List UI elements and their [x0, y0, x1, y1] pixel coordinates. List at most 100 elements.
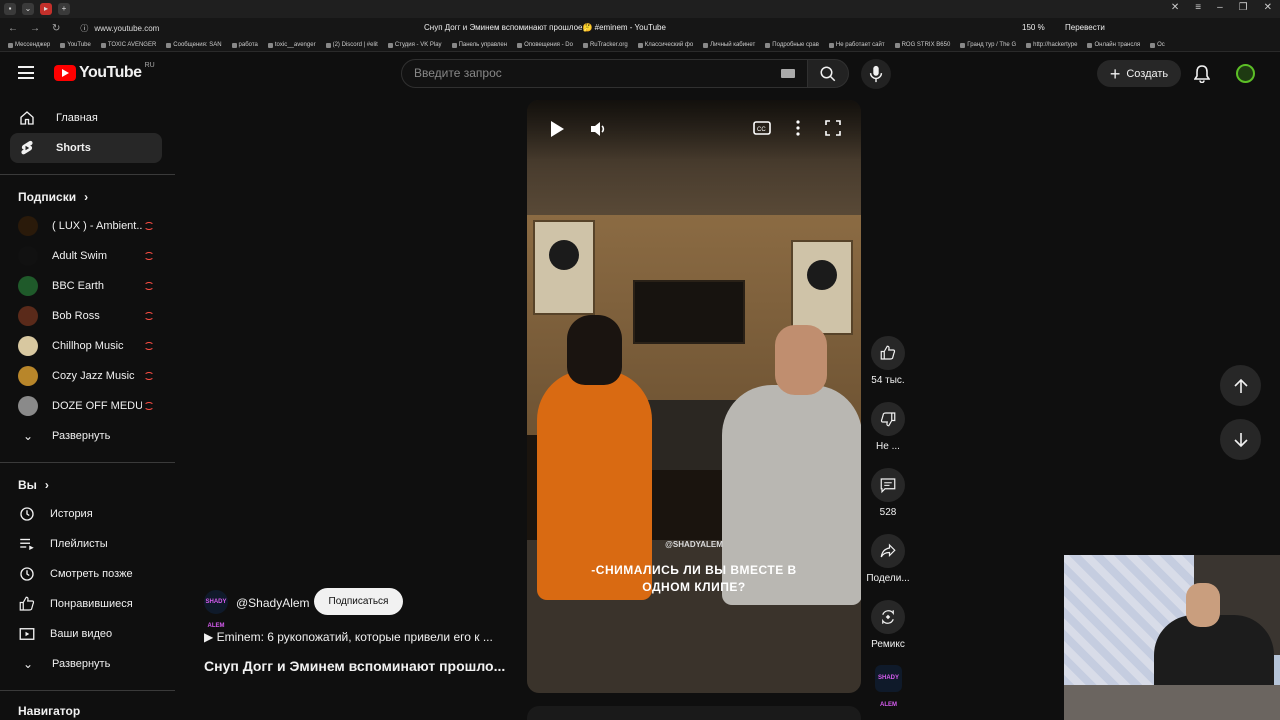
dislike-label: Не ...	[876, 441, 900, 452]
account-avatar[interactable]	[1236, 64, 1255, 83]
channel-name[interactable]: @ShadyAlem	[236, 596, 310, 610]
bookmark-label: toxic__avenger	[274, 42, 316, 48]
bookmark-favicon-icon	[387, 42, 393, 48]
dislike-button[interactable]: Не ...	[864, 402, 912, 452]
sidebar-divider	[0, 690, 175, 691]
bookmark-item[interactable]: YouTube	[60, 42, 91, 48]
channel-avatar[interactable]: SHADY ALEM	[204, 590, 228, 629]
restore-icon[interactable]: ❐	[1239, 2, 1248, 13]
arrow-down-icon	[1233, 432, 1248, 447]
bookmark-item[interactable]: Оповещения - Do	[517, 42, 573, 48]
sidebar-subscription-item[interactable]: ( LUX ) - Ambient...	[18, 211, 162, 241]
volume-icon[interactable]	[589, 120, 607, 138]
channel-avatar	[18, 246, 38, 266]
remix-button[interactable]: Ремикс	[864, 600, 912, 650]
you-header[interactable]: Вы ›	[18, 478, 49, 492]
sidebar-item-label: Смотреть позже	[50, 568, 133, 580]
subscribe-button[interactable]: Подписаться	[314, 588, 403, 615]
sidebar-subscription-item[interactable]: Cozy Jazz Music	[18, 361, 162, 391]
url-field[interactable]: ⓘ www.youtube.com	[80, 23, 159, 34]
bookmark-item[interactable]: Ос	[1150, 42, 1165, 48]
bookmark-item[interactable]: работа	[231, 42, 258, 48]
tab-dropdown-icon[interactable]: ⌄	[22, 3, 34, 15]
pin-icon[interactable]: ✕	[1171, 2, 1179, 13]
country-code: RU	[144, 61, 155, 69]
bookmark-item[interactable]: Онлайн трансля	[1087, 42, 1140, 48]
video-scene-tv	[633, 280, 745, 344]
sidebar-item-watch-later[interactable]: Смотреть позже	[18, 559, 162, 589]
forward-icon[interactable]: →	[30, 23, 40, 34]
sidebar-subscription-item[interactable]: Chillhop Music	[18, 331, 162, 361]
next-short-preview[interactable]	[527, 706, 861, 720]
sidebar-item-your-videos[interactable]: Ваши видео	[18, 619, 162, 649]
bookmark-item[interactable]: RuTracker.org	[582, 42, 628, 48]
bookmark-item[interactable]: Не работает сайт	[828, 42, 885, 48]
notifications-bell-icon[interactable]	[1194, 65, 1210, 83]
back-icon[interactable]: ←	[8, 23, 18, 34]
bookmark-item[interactable]: toxic__avenger	[267, 42, 316, 48]
youtube-logo[interactable]: YouTube RU	[54, 61, 155, 82]
sidebar-item-home[interactable]: Главная	[10, 103, 162, 133]
browser-tab-strip: ▪ ⌄ ▸ + ✕ ≡ – ❐ ✕	[0, 0, 1280, 18]
minimize-icon[interactable]: –	[1217, 2, 1223, 13]
share-button[interactable]: Подели...	[864, 534, 912, 584]
create-label: Создать	[1126, 67, 1169, 80]
bookmark-item[interactable]: Мессенджер	[8, 42, 50, 48]
bookmark-item[interactable]: Панель управлен	[451, 42, 507, 48]
subscriptions-header[interactable]: Подписки ›	[18, 190, 88, 204]
new-tab-icon[interactable]: +	[58, 3, 70, 15]
comments-button[interactable]: 528	[864, 468, 912, 518]
bookmark-item[interactable]: Гранд тур / The G	[960, 42, 1016, 48]
menu-icon[interactable]	[18, 66, 34, 79]
bookmark-item[interactable]: Студия - VK Play	[387, 42, 442, 48]
previous-short-button[interactable]	[1220, 365, 1261, 406]
bookmark-item[interactable]: TOXIC AVENGER	[100, 42, 156, 48]
sidebar-item-playlists[interactable]: Плейлисты	[18, 529, 162, 559]
shorts-video-player[interactable]: @SHADYALEM -СНИМАЛИСЬ ЛИ ВЫ ВМЕСТЕ В ОДН…	[527, 100, 861, 693]
sidebar-subscription-item[interactable]: Adult Swim	[18, 241, 162, 271]
bookmark-favicon-icon	[582, 42, 588, 48]
sidebar-subscription-item[interactable]: BBC Earth	[18, 271, 162, 301]
sidebar-item-liked[interactable]: Понравившиеся	[18, 589, 162, 619]
bookmark-item[interactable]: Личный кабинет	[703, 42, 755, 48]
fullscreen-icon[interactable]	[825, 120, 841, 136]
youtube-tab[interactable]: ▸	[40, 3, 52, 15]
create-button[interactable]: + Создать	[1097, 60, 1181, 87]
next-short-button[interactable]	[1220, 419, 1261, 460]
more-options-icon[interactable]	[795, 120, 801, 136]
play-icon[interactable]	[549, 120, 565, 138]
translate-button[interactable]: Перевести	[1065, 23, 1105, 32]
reload-icon[interactable]: ↻	[52, 23, 60, 34]
sidebar-expand-subscriptions[interactable]: ⌄ Развернуть	[18, 421, 162, 451]
bookmark-item[interactable]: (2) Discord | #elit	[325, 42, 378, 48]
tab-menu-icon[interactable]: ▪	[4, 3, 16, 15]
playlist-link[interactable]: ▶ Eminem: 6 рукопожатий, которые привели…	[204, 630, 493, 644]
bookmark-label: работа	[238, 42, 258, 48]
sidebar-expand-you[interactable]: ⌄ Развернуть	[18, 649, 162, 679]
sidebar-item-shorts[interactable]: Shorts	[10, 133, 162, 163]
site-info-icon[interactable]: ⓘ	[80, 23, 88, 34]
channel-thumbnail[interactable]: SHADY ALEM	[875, 665, 902, 708]
sidebar-subscription-item[interactable]: Bob Ross	[18, 301, 162, 331]
zoom-level[interactable]: 150 %	[1022, 23, 1045, 32]
search-input[interactable]: Введите запрос	[401, 59, 808, 88]
search-button[interactable]	[807, 59, 849, 88]
sidebar-subscription-item[interactable]: DOZE OFF MEDU...	[18, 391, 162, 421]
bookmark-item[interactable]: Классический фо	[637, 42, 693, 48]
channel-avatar	[18, 366, 38, 386]
live-indicator-icon	[144, 252, 154, 260]
like-button[interactable]: 54 тыс.	[864, 336, 912, 386]
menu-icon[interactable]: ≡	[1195, 2, 1201, 13]
voice-search-button[interactable]	[861, 59, 891, 89]
sidebar-item-label: История	[50, 508, 93, 520]
video-title[interactable]: Снуп Догг и Эминем вспоминают прошло...	[204, 658, 505, 674]
watch-later-icon	[20, 567, 34, 581]
sidebar-item-history[interactable]: История	[18, 499, 162, 529]
bookmark-item[interactable]: ROG STRIX B650	[894, 42, 950, 48]
bookmark-item[interactable]: Сообщения: SAN	[166, 42, 222, 48]
bookmark-item[interactable]: http://hackertype	[1026, 42, 1077, 48]
keyboard-icon[interactable]	[781, 69, 795, 78]
bookmark-item[interactable]: Подробные срав	[765, 42, 819, 48]
close-icon[interactable]: ✕	[1264, 2, 1272, 13]
captions-icon[interactable]: CC	[753, 120, 771, 136]
